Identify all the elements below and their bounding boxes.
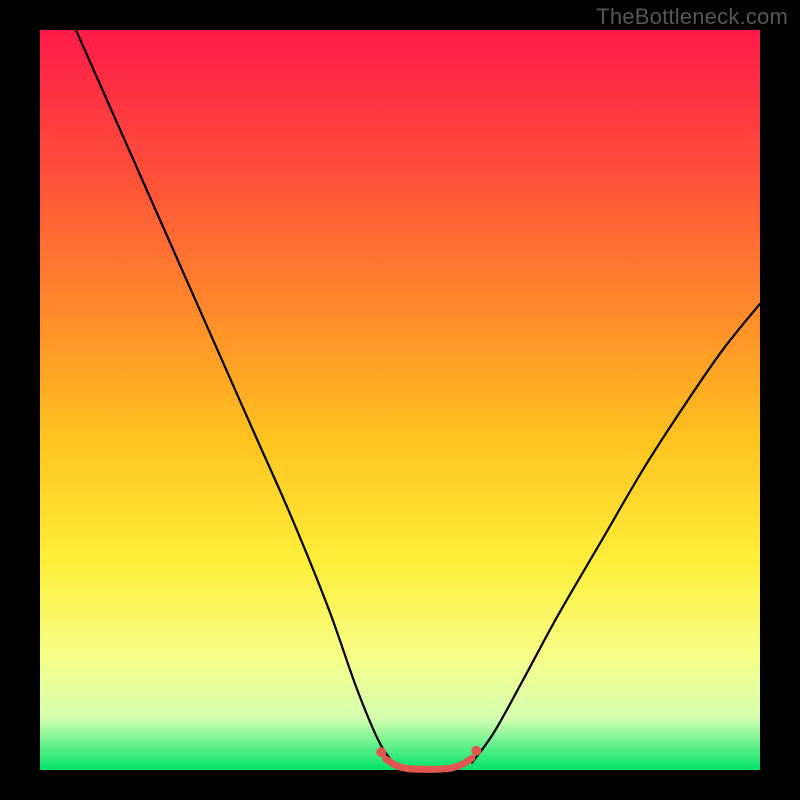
valley-endpoint-1 <box>471 746 481 756</box>
chart-container: { "watermark": "TheBottleneck.com", "cha… <box>0 0 800 800</box>
valley-endpoint-0 <box>376 747 386 757</box>
bottleneck-chart <box>0 0 800 800</box>
watermark-text: TheBottleneck.com <box>596 4 788 30</box>
plot-background <box>40 30 760 770</box>
